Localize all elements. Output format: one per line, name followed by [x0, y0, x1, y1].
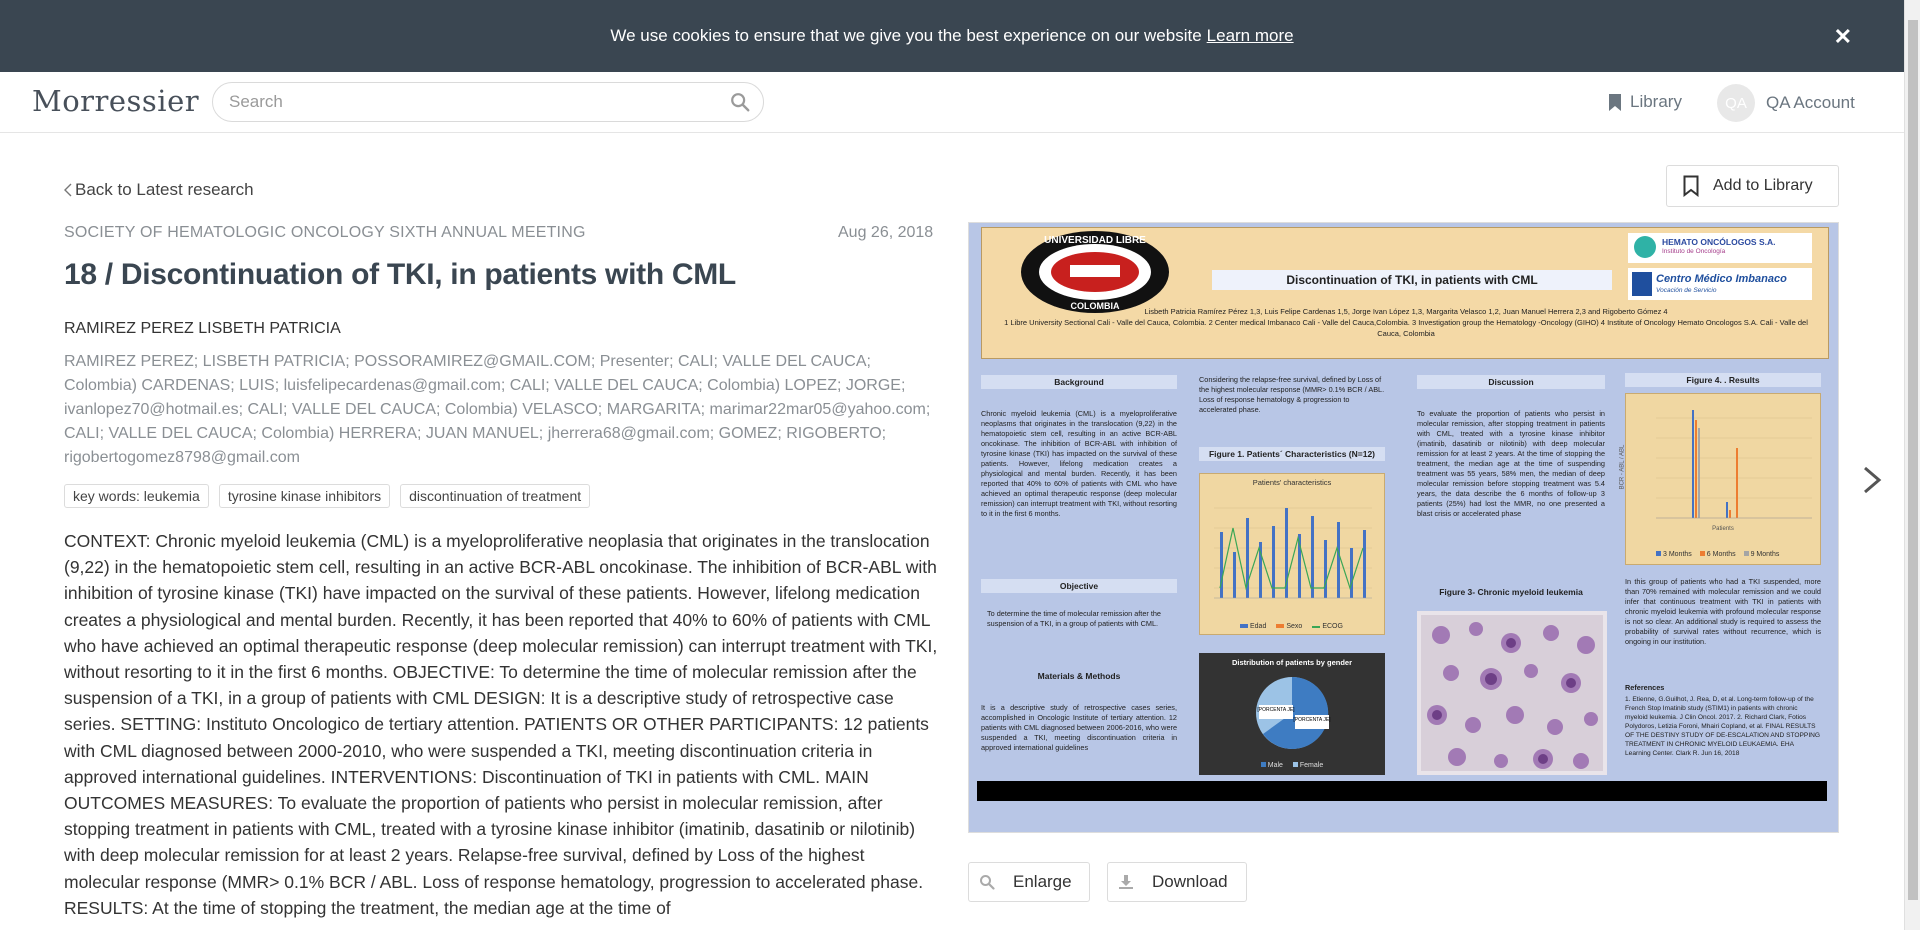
legend-9-months: 9 Months: [1743, 551, 1779, 558]
add-to-library-button[interactable]: Add to Library: [1666, 165, 1839, 207]
poster-discussion-text: To evaluate the proportion of patients w…: [1417, 409, 1605, 518]
legend-6-months: 6 Months: [1699, 551, 1736, 558]
search-icon[interactable]: [729, 91, 751, 113]
legend-ecog: ECOG: [1312, 623, 1343, 630]
back-link[interactable]: Back to Latest research: [64, 180, 254, 200]
back-link-label: Back to Latest research: [75, 180, 254, 199]
imbanaco-logo-text: Centro Médico Imbanaco: [1656, 273, 1787, 285]
poster-fig4-heading: Figure 4. . Results: [1625, 373, 1821, 387]
poster-discussion-heading: Discussion: [1417, 375, 1605, 389]
imbanaco-icon: [1632, 272, 1652, 296]
site-logo[interactable]: Morressier: [32, 84, 199, 118]
pie-graphic: [PORCENTA JE] [PORCENTA JE]: [1256, 676, 1331, 749]
poster-authors: Lisbeth Patricia Ramírez Pérez 1,3, Luis…: [992, 306, 1820, 339]
poster-methods-heading: Materials & Methods: [1037, 671, 1121, 681]
pie-legend-male: Male: [1260, 762, 1283, 769]
poster-references-text: 1. Etienne, G.Guilhot, J. Rea, D, et al.…: [1625, 696, 1821, 757]
poster-objective-heading: Objective: [981, 579, 1177, 593]
chevron-left-icon: [64, 183, 72, 197]
poster-fig1-chart: Patients' characteristics Edad Sexo ECOG: [1199, 473, 1385, 635]
search-input[interactable]: [229, 83, 699, 121]
keyword-tag[interactable]: discontinuation of treatment: [400, 484, 591, 508]
bookmark-icon: [1683, 175, 1699, 197]
keyword-list: key words: leukemia tyrosine kinase inhi…: [64, 484, 591, 508]
flower-icon: [1634, 236, 1656, 258]
poster-background-heading: Background: [981, 375, 1177, 389]
hemato-logo-subtext: Instituto de Oncología: [1662, 248, 1726, 255]
legend-sexo: Sexo: [1276, 623, 1302, 630]
enlarge-button[interactable]: Enlarge: [968, 862, 1090, 902]
event-name[interactable]: SOCIETY OF HEMATOLOGIC ONCOLOGY SIXTH AN…: [64, 224, 586, 242]
page-title: 18 / Discontinuation of TKI, in patients…: [64, 258, 736, 291]
keyword-tag[interactable]: key words: leukemia: [64, 484, 209, 508]
hemato-logo: HEMATO ONCÓLOGOS S.A. Instituto de Oncol…: [1628, 233, 1812, 263]
download-label: Download: [1152, 872, 1228, 891]
poster-affiliations: 1 Libre University Sectional Cali - Vall…: [1004, 318, 1808, 338]
scrollbar-thumb[interactable]: [1908, 20, 1918, 900]
poster-methods-text: It is a descriptive study of retrospecti…: [981, 703, 1177, 752]
fig4-y-label: BCR - ABL / ABL: [1619, 444, 1626, 490]
poster-fig3-heading: Figure 3- Chronic myeloid leukemia: [1439, 587, 1583, 597]
imbanaco-logo: Centro Médico Imbanaco Vocación de Servi…: [1628, 268, 1812, 300]
legend-edad: Edad: [1240, 623, 1266, 630]
poster-references-heading: References: [1625, 683, 1665, 692]
add-to-library-label: Add to Library: [1713, 177, 1813, 194]
poster-background-text: Chronic myeloid leukemia (CML) is a myel…: [981, 409, 1177, 518]
cookie-message: We use cookies to ensure that we give yo…: [610, 26, 1202, 45]
cookie-banner: We use cookies to ensure that we give yo…: [0, 0, 1904, 72]
hemato-logo-text: HEMATO ONCÓLOGOS S.A.: [1662, 237, 1776, 247]
page-scrollbar[interactable]: [1904, 0, 1920, 930]
poster-pie-chart: Distribution of patients by gender [PORC…: [1199, 653, 1385, 775]
fig4-bars: [1656, 410, 1812, 519]
library-link[interactable]: Library: [1608, 92, 1682, 112]
fig1-legend: Edad Sexo ECOG: [1240, 623, 1343, 630]
keyword-tag[interactable]: tyrosine kinase inhibitors: [218, 484, 391, 508]
top-navigation: Morressier Library QA QA Account: [0, 72, 1904, 133]
university-seal-logo: UNIVERSIDAD LIBRE COLOMBIA: [1021, 231, 1169, 313]
download-icon: [1119, 875, 1133, 889]
poster-fig4-chart: BCR - ABL / ABL Patients 3 Months 6 Mont…: [1619, 393, 1821, 565]
poster-relapse-text: Considering the relapse-free survival, d…: [1199, 375, 1385, 414]
publication-date: Aug 26, 2018: [838, 224, 934, 241]
pie-legend: Male Female: [1199, 762, 1385, 769]
learn-more-link[interactable]: Learn more: [1207, 26, 1294, 46]
presenter-name: RAMIREZ PEREZ LISBETH PATRICIA: [64, 320, 341, 337]
pie-legend-female: Female: [1292, 762, 1323, 769]
fig4-x-label: Patients: [1712, 526, 1734, 532]
blood-cells-image: [1427, 622, 1598, 769]
bookmark-icon: [1609, 93, 1621, 111]
poster-header: UNIVERSIDAD LIBRE COLOMBIA Discontinuati…: [981, 227, 1829, 359]
download-button[interactable]: Download: [1107, 862, 1247, 902]
fig4-legend: 3 Months 6 Months 9 Months: [1656, 551, 1779, 558]
abstract-text: CONTEXT: Chronic myeloid leukemia (CML) …: [64, 531, 938, 918]
avatar: QA: [1717, 84, 1755, 122]
library-label: Library: [1630, 92, 1682, 111]
imbanaco-logo-subtext: Vocación de Servicio: [1656, 287, 1717, 294]
poster-microscopy-image: [1417, 611, 1607, 775]
poster-objective-text: To determine the time of molecular remis…: [987, 609, 1161, 628]
pie-label-female: [PORCENTA JE]: [1293, 717, 1331, 723]
chevron-right-icon[interactable]: [1859, 460, 1885, 500]
account-label: QA Account: [1766, 93, 1855, 112]
fig1-bars: [1214, 507, 1372, 599]
pie-label-male: [PORCENTA JE]: [1257, 707, 1295, 713]
search-box: [212, 82, 764, 122]
close-icon[interactable]: ✕: [1834, 24, 1852, 50]
enlarge-label: Enlarge: [1013, 872, 1072, 891]
legend-3-months: 3 Months: [1656, 551, 1692, 558]
poster-results-text: In this group of patients who had a TKI …: [1625, 577, 1821, 646]
poster-fig1-heading: Figure 1. Patients´ Characteristics (N=1…: [1199, 447, 1385, 461]
poster-preview[interactable]: UNIVERSIDAD LIBRE COLOMBIA Discontinuati…: [968, 222, 1839, 833]
seal-top-text: UNIVERSIDAD LIBRE: [1044, 235, 1146, 246]
poster-footer-bar: [977, 781, 1827, 801]
poster-title: Discontinuation of TKI, in patients with…: [1212, 270, 1612, 290]
author-list: RAMIREZ PEREZ; LISBETH PATRICIA; POSSORA…: [64, 353, 931, 466]
poster-author-line: Lisbeth Patricia Ramírez Pérez 1,3, Luis…: [1144, 307, 1668, 316]
account-menu[interactable]: QA QA Account: [1717, 84, 1855, 122]
pie-title: Distribution of patients by gender: [1231, 658, 1352, 667]
fig1-chart-title: Patients' characteristics: [1252, 478, 1332, 487]
magnifier-icon: [980, 875, 995, 890]
